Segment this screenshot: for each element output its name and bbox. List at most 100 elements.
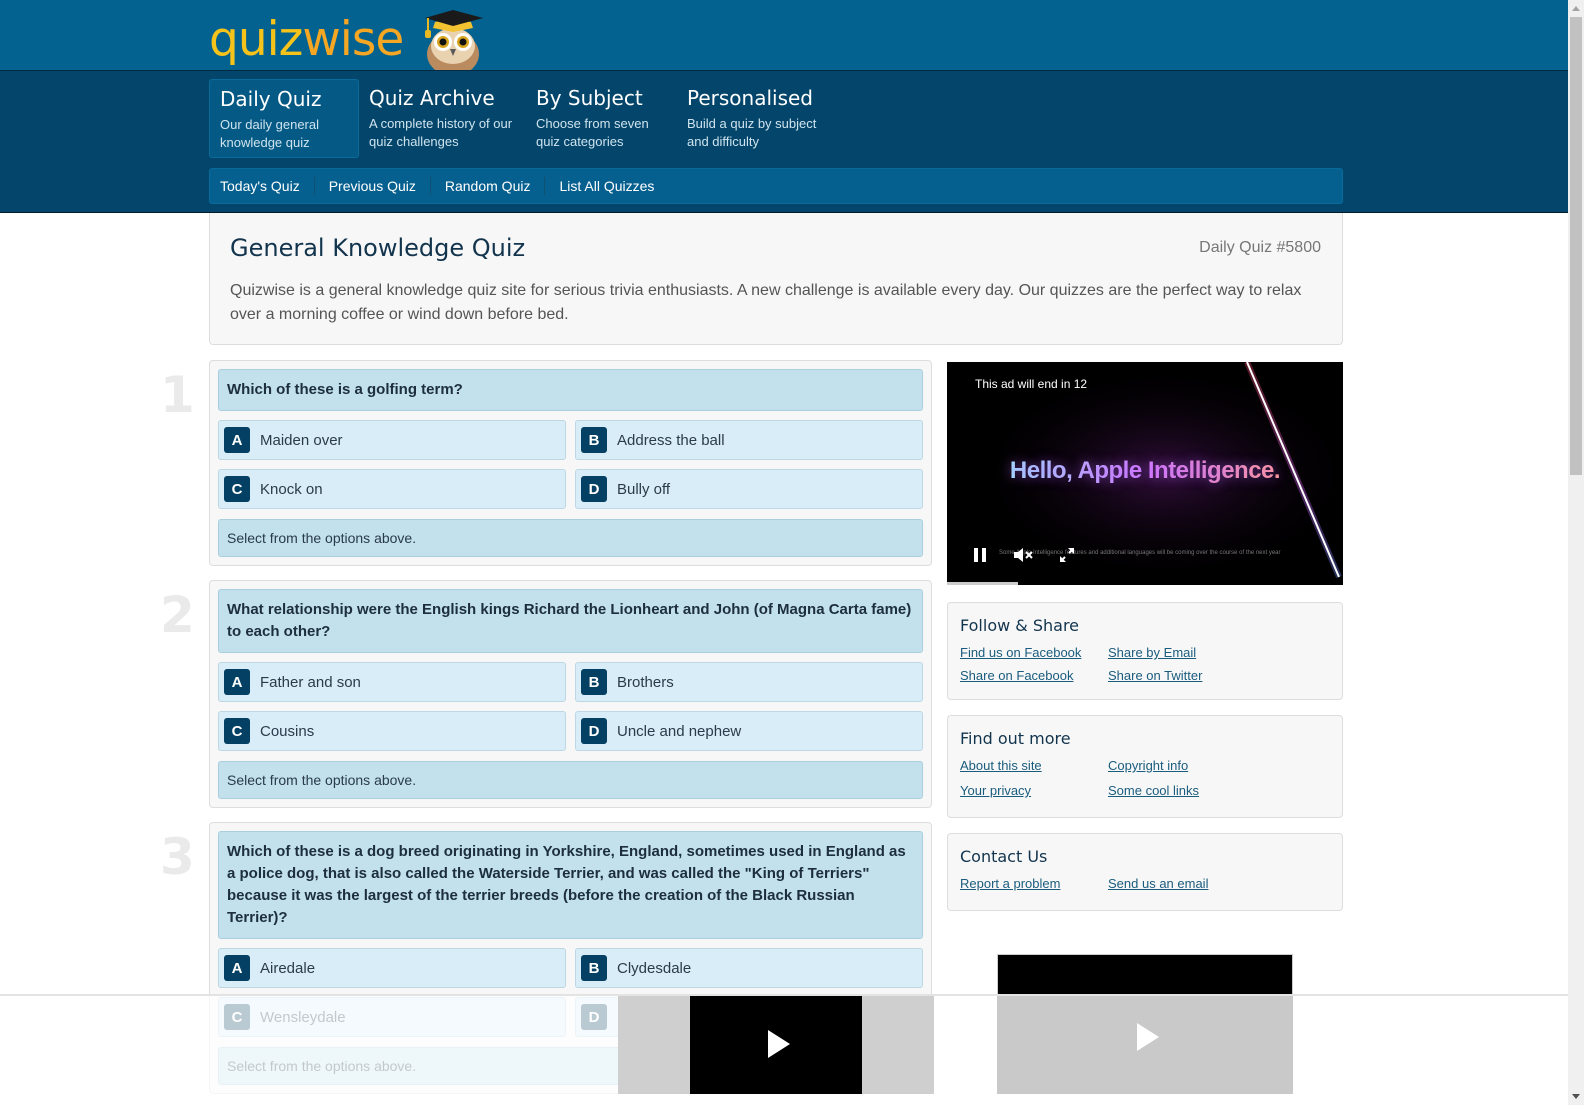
nav-description: Build a quiz by subject and difficulty — [687, 116, 817, 149]
about-this-site-link[interactable]: About this site — [960, 756, 1108, 775]
question-text: Which of these is a golfing term? — [218, 369, 923, 411]
answer-grid: A Father and son B Brothers C Cousins D Uncl… — [218, 662, 923, 751]
ad-headline: Hello, Apple Intelligence. — [947, 457, 1343, 485]
share-on-facebook-link[interactable]: Share on Facebook — [960, 666, 1108, 685]
answer-text: Maiden over — [260, 431, 343, 449]
letter-badge: B — [581, 427, 607, 453]
question-number: 3 — [160, 828, 195, 886]
report-a-problem-link[interactable]: Report a problem — [960, 874, 1108, 893]
fullscreen-icon[interactable] — [1059, 547, 1075, 568]
scroll-up-arrow-icon[interactable] — [1572, 6, 1580, 11]
sub-nav-previous-quiz[interactable]: Previous Quiz — [329, 177, 431, 195]
main-nav: Daily Quiz Our daily general knowledge q… — [209, 79, 837, 158]
main-nav-personalised[interactable]: Personalised Build a quiz by subject and… — [677, 79, 837, 158]
answer-option-a[interactable]: A Maiden over — [218, 420, 566, 460]
question-number: 1 — [160, 366, 195, 424]
find-us-on-facebook-link[interactable]: Find us on Facebook — [960, 643, 1108, 662]
answer-text: Address the ball — [617, 431, 725, 449]
logo-text-quiz: quiz — [209, 12, 303, 67]
nav-description: Our daily general knowledge quiz — [220, 117, 319, 150]
intro-description: Quizwise is a general knowledge quiz sit… — [230, 282, 1302, 323]
main-nav-by-subject[interactable]: By Subject Choose from seven quiz catego… — [526, 79, 677, 158]
nav-title: By Subject — [536, 86, 643, 110]
send-us-an-email-link[interactable]: Send us an email — [1108, 874, 1308, 893]
owl-mascot-icon — [421, 6, 485, 76]
pause-icon[interactable] — [973, 547, 987, 568]
contact-us-box: Contact Us Report a problem Send us an e… — [947, 833, 1343, 911]
video-ad[interactable]: This ad will end in 12 Hello, Apple Inte… — [947, 362, 1343, 585]
quiz-number-badge: Daily Quiz #5800 — [1199, 239, 1321, 256]
answer-option-b[interactable]: B Brothers — [575, 662, 923, 702]
nav-title: Quiz Archive — [369, 86, 495, 110]
letter-badge: B — [581, 955, 607, 981]
site-header: quizwise — [0, 0, 1568, 76]
ad-progress-bar — [947, 582, 1019, 585]
scroll-thumb[interactable] — [1570, 17, 1582, 475]
main-nav-daily-quiz[interactable]: Daily Quiz Our daily general knowledge q… — [209, 79, 359, 158]
scroll-down-arrow-icon[interactable] — [1572, 1094, 1580, 1099]
bottom-video-player[interactable] — [618, 996, 934, 1094]
nav-description: Choose from seven quiz categories — [536, 116, 649, 149]
vertical-scrollbar[interactable] — [1568, 0, 1584, 1105]
letter-badge: C — [224, 718, 250, 744]
sub-nav-list-all-quizzes[interactable]: List All Quizzes — [559, 177, 668, 195]
box-title: Contact Us — [960, 847, 1048, 866]
letter-badge: A — [224, 669, 250, 695]
answer-text: Father and son — [260, 673, 361, 691]
follow-share-box: Follow & Share Find us on Facebook Share… — [947, 602, 1343, 700]
ad-fineprint: Some Apple Intelligence features and add… — [999, 550, 1281, 556]
letter-badge: B — [581, 669, 607, 695]
some-cool-links-link[interactable]: Some cool links — [1108, 781, 1308, 800]
share-by-email-link[interactable]: Share by Email — [1108, 643, 1308, 662]
copyright-info-link[interactable]: Copyright info — [1108, 756, 1308, 775]
answer-text: Bully off — [617, 480, 671, 498]
answer-option-b[interactable]: B Address the ball — [575, 420, 923, 460]
sub-nav: Today's Quiz Previous Quiz Random Quiz L… — [209, 168, 1343, 204]
answer-option-a[interactable]: A Father and son — [218, 662, 566, 702]
logo-text-wise: wise — [302, 12, 404, 67]
question-number: 2 — [160, 586, 195, 644]
play-icon[interactable] — [1137, 1023, 1159, 1051]
letter-badge: D — [581, 718, 607, 744]
sub-nav-random-quiz[interactable]: Random Quiz — [445, 177, 546, 195]
answer-option-d[interactable]: D Uncle and nephew — [575, 711, 923, 751]
question-card: Which of these is a golfing term? A Maide… — [209, 360, 932, 566]
answer-status: Select from the options above. — [218, 519, 923, 557]
answer-text: Clydesdale — [617, 959, 692, 977]
navigation-area: Daily Quiz Our daily general knowledge q… — [0, 71, 1568, 213]
answer-option-a[interactable]: A Airedale — [218, 948, 566, 988]
mute-icon[interactable] — [1013, 547, 1035, 568]
answer-text: Airedale — [260, 959, 316, 977]
ad-slot[interactable] — [997, 954, 1293, 996]
answer-option-d[interactable]: D Bully off — [575, 469, 923, 509]
letter-badge: A — [224, 427, 250, 453]
box-title: Follow & Share — [960, 616, 1080, 635]
answer-option-c[interactable]: C Knock on — [218, 469, 566, 509]
box-title: Find out more — [960, 729, 1071, 748]
letter-badge: C — [224, 476, 250, 502]
letter-badge: D — [581, 476, 607, 502]
sub-nav-todays-quiz[interactable]: Today's Quiz — [220, 177, 315, 195]
page-title: General Knowledge Quiz — [230, 234, 526, 262]
intro-panel: General Knowledge Quiz Daily Quiz #5800 … — [209, 213, 1343, 345]
site-logo[interactable]: quizwise — [209, 6, 485, 76]
answer-option-b[interactable]: B Clydesdale — [575, 948, 923, 988]
question-text: Which of these is a dog breed originatin… — [218, 831, 923, 939]
answer-option-c[interactable]: C Cousins — [218, 711, 566, 751]
letter-badge: A — [224, 955, 250, 981]
ad-countdown: This ad will end in 12 — [975, 377, 1088, 391]
find-out-more-box: Find out more About this site Copyright … — [947, 715, 1343, 818]
question-card: What relationship were the English kings… — [209, 580, 932, 808]
nav-title: Personalised — [687, 86, 813, 110]
answer-status: Select from the options above. — [218, 761, 923, 799]
nav-description: A complete history of our quiz challenge… — [369, 116, 513, 149]
question-text: What relationship were the English kings… — [218, 589, 923, 653]
play-icon[interactable] — [768, 1030, 790, 1058]
answer-text: Brothers — [617, 673, 674, 691]
your-privacy-link[interactable]: Your privacy — [960, 781, 1108, 800]
answer-grid: A Maiden over B Address the ball C Knock on… — [218, 420, 923, 509]
main-nav-quiz-archive[interactable]: Quiz Archive A complete history of our q… — [359, 79, 526, 158]
bottom-video-player[interactable] — [997, 996, 1293, 1094]
share-on-twitter-link[interactable]: Share on Twitter — [1108, 666, 1308, 685]
answer-text: Uncle and nephew — [617, 722, 742, 740]
